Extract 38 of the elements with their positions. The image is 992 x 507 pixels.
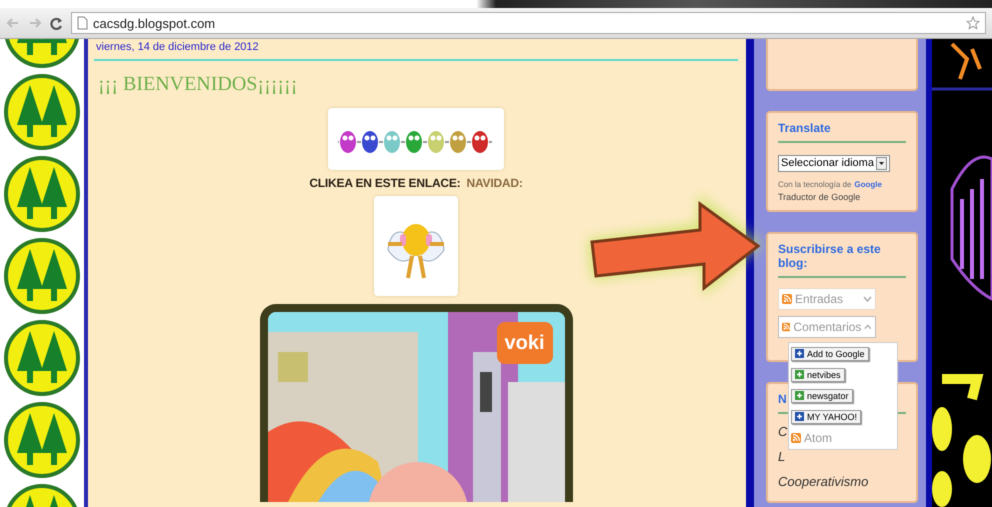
powered-by-text: Con la tecnología de [778,180,852,188]
link-label: CLIKEA EN ESTE ENLACE: [309,176,460,190]
page-icon [77,16,88,30]
navidad-link[interactable]: NAVIDAD: [466,176,523,190]
reader-button[interactable]: netvibes [791,368,845,382]
plus-icon [795,349,804,358]
post-title: ¡¡¡ BIENVENIDOS¡¡¡¡¡¡ [98,73,298,96]
star-icon[interactable] [966,16,980,30]
label-link[interactable]: Cooperativismo [778,474,906,488]
trees-logo-icon [3,319,81,397]
plus-icon [795,412,804,421]
google-logo: Google [854,180,882,188]
language-select[interactable]: Seleccionar idioma [778,154,890,172]
url-text: cacsdg.blogspot.com [93,16,216,30]
reader-button[interactable]: Add to Google [791,346,869,360]
trees-logo-icon [3,237,81,315]
plus-icon [795,391,804,400]
reader-button[interactable]: MY YAHOO! [791,410,862,424]
reader-button[interactable]: newsgator [791,388,853,402]
chevron-icon [863,294,872,302]
post-date: viernes, 14 de diciembre de 2012 [95,40,260,55]
trees-logo-icon [3,401,81,479]
feed-icon [782,294,792,304]
trees-logo-icon [3,73,81,151]
feed-icon [782,322,790,332]
back-icon[interactable] [6,17,20,29]
reload-icon[interactable] [50,16,63,30]
widget-title: Translate [778,121,906,143]
chevron-icon [864,322,872,330]
label-link[interactable]: L [778,448,906,464]
feed-icon [791,432,801,442]
widget-title: Suscribirse a este blog: [778,242,906,278]
trees-logo-icon [3,155,81,233]
plus-icon [795,370,804,379]
voki-logo: voki [496,322,552,364]
translator-text: Traductor de Google [778,192,860,202]
forward-icon[interactable] [28,17,42,29]
address-bar[interactable]: cacsdg.blogspot.com [71,12,986,34]
